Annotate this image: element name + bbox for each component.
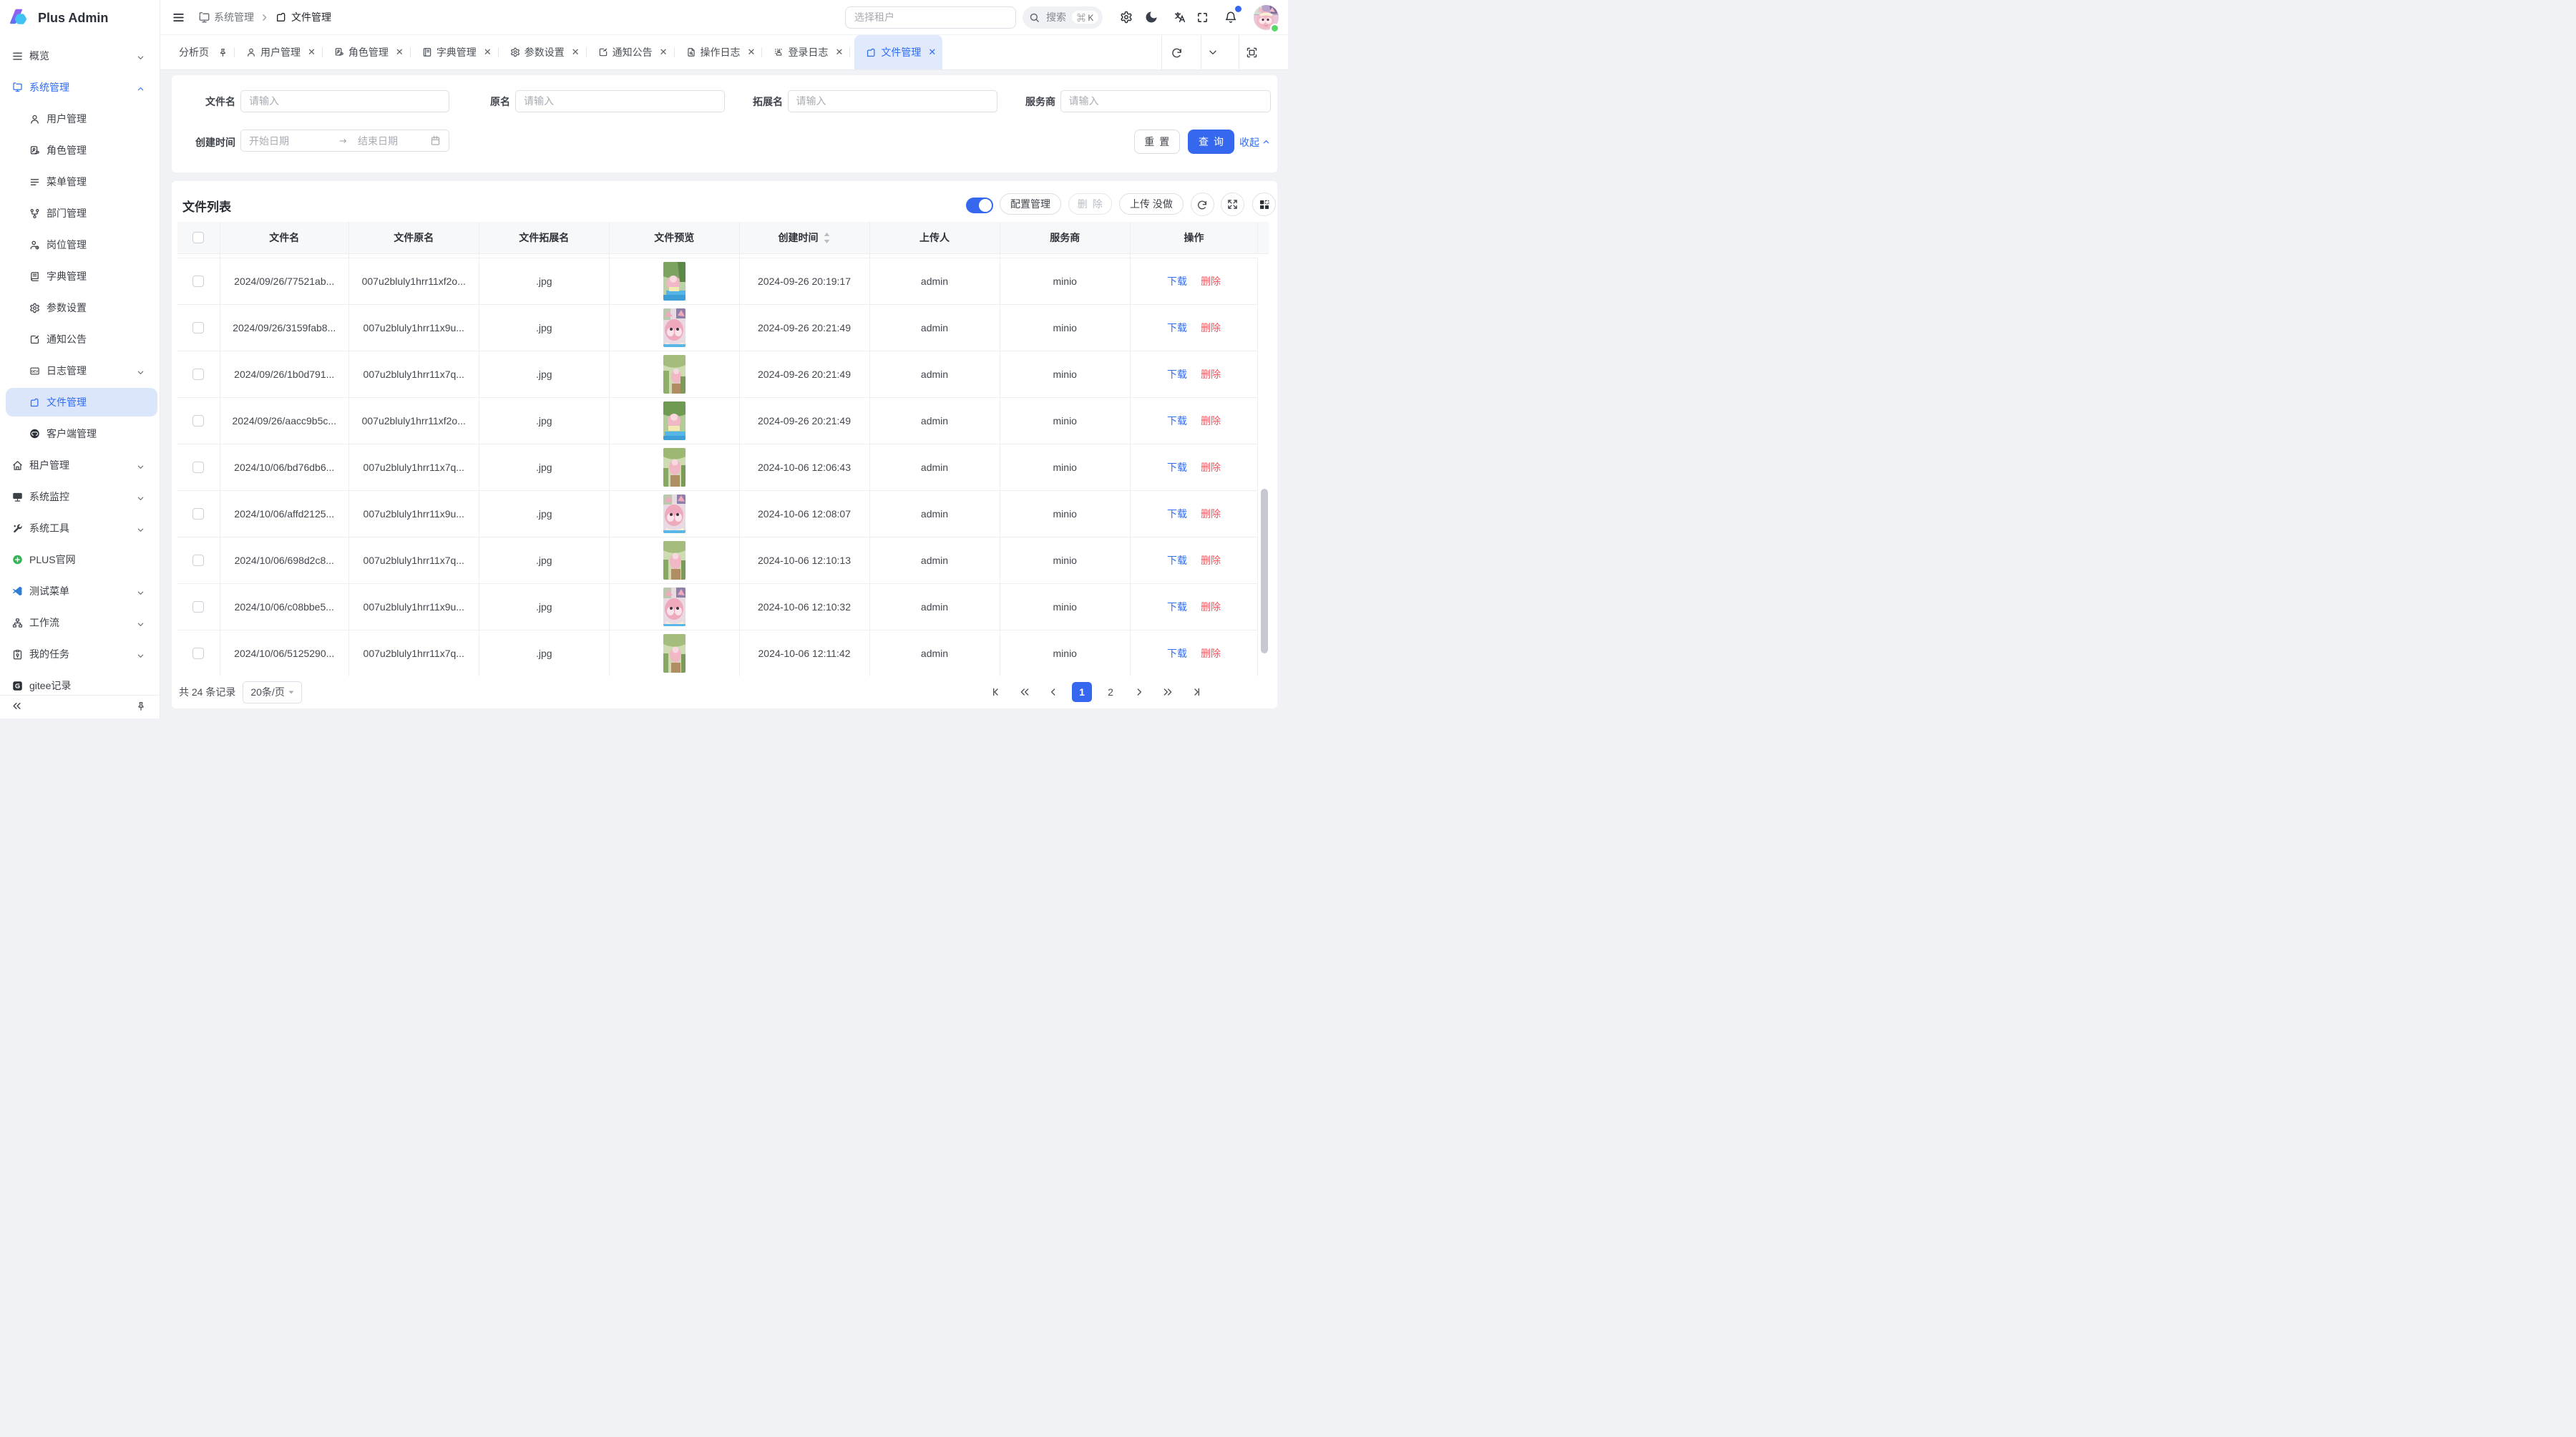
svg-text:DEV: DEV bbox=[31, 369, 39, 373]
